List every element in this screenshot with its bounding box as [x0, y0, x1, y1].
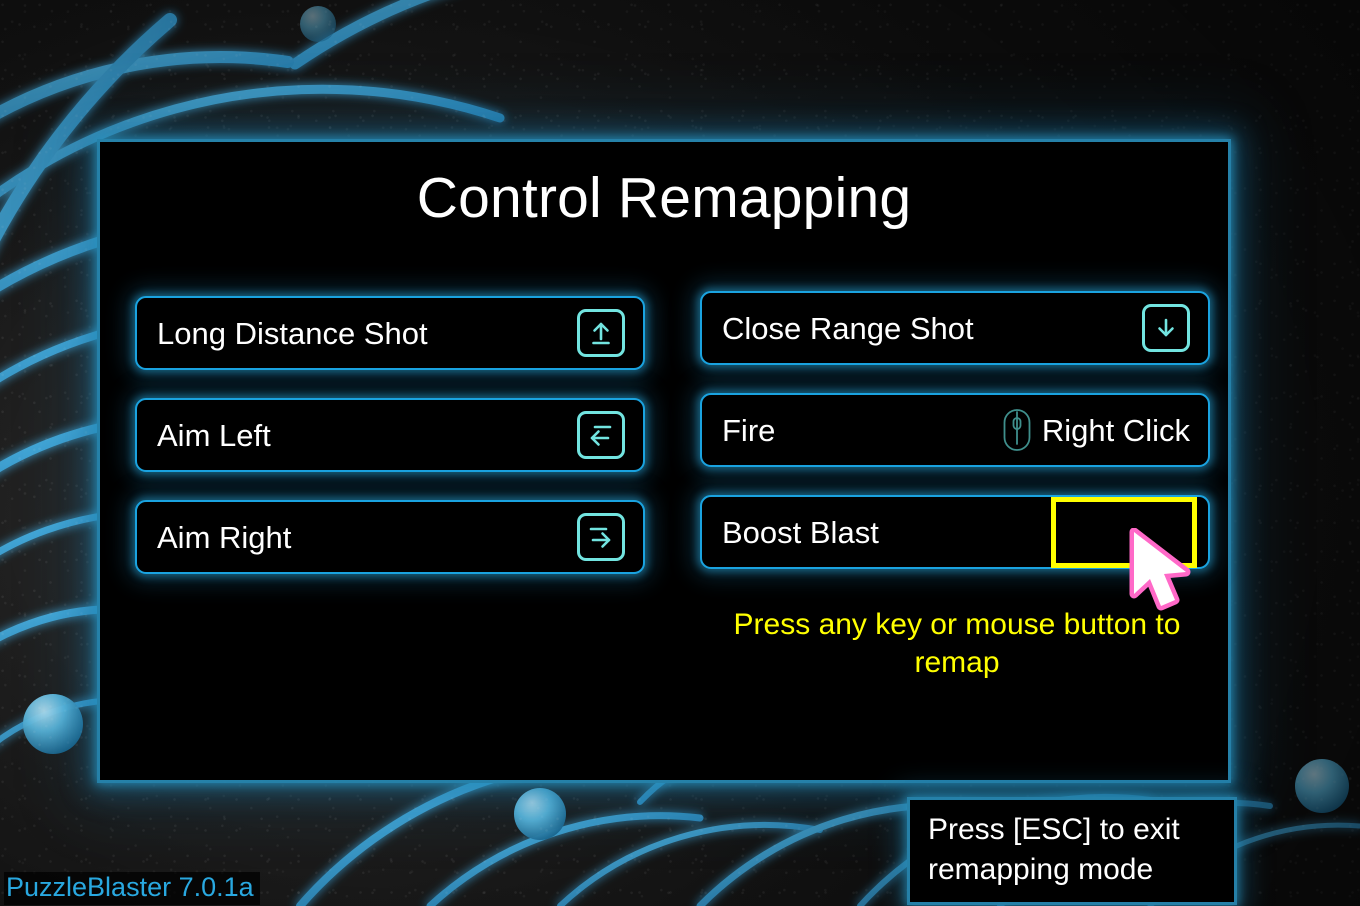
- bindings-column-left: Long Distance Shot Aim Left Aim Right: [135, 296, 645, 602]
- remap-prompt-text: Press any key or mouse button to remap: [733, 608, 1181, 680]
- bindings-column-right: Close Range Shot Fire Right Click Boost …: [700, 291, 1210, 597]
- version-watermark: PuzzleBlaster 7.0.1a: [4, 872, 260, 905]
- binding-row-long-distance-shot[interactable]: Long Distance Shot: [135, 296, 645, 370]
- binding-action-label: Close Range Shot: [722, 310, 974, 346]
- binding-action-label: Boost Blast: [722, 514, 879, 550]
- binding-row-aim-left[interactable]: Aim Left: [135, 398, 645, 472]
- binding-action-label: Aim Right: [157, 519, 292, 555]
- mouse-icon: [1002, 408, 1032, 452]
- arrow-up-key-icon: [577, 309, 625, 357]
- binding-value: [1142, 304, 1190, 352]
- game-screen: Control Remapping Long Distance Shot Aim…: [0, 0, 1360, 906]
- binding-value: Right Click: [1002, 408, 1190, 452]
- binding-value: [577, 309, 625, 357]
- binding-value: [577, 411, 625, 459]
- binding-row-close-range-shot[interactable]: Close Range Shot: [700, 291, 1210, 365]
- esc-hint-line-2: remapping mode: [928, 852, 1154, 886]
- arrow-left-key-icon: [577, 411, 625, 459]
- binding-value-label: Right Click: [1041, 412, 1190, 448]
- arrow-down-key-icon: [1142, 304, 1190, 352]
- esc-hint-line-1: Press [ESC] to exit: [928, 813, 1180, 846]
- binding-row-aim-right[interactable]: Aim Right: [135, 500, 645, 574]
- binding-row-boost-blast[interactable]: Boost Blast: [700, 495, 1210, 569]
- binding-value: [577, 513, 625, 561]
- arrow-right-key-icon: [577, 513, 625, 561]
- control-remapping-panel: Control Remapping Long Distance Shot Aim…: [100, 142, 1228, 780]
- binding-action-label: Long Distance Shot: [157, 315, 428, 351]
- binding-action-label: Fire: [722, 412, 776, 448]
- page-title: Control Remapping: [416, 166, 912, 230]
- binding-action-label: Aim Left: [157, 417, 271, 453]
- key-capture-input[interactable]: [1051, 496, 1197, 568]
- binding-row-fire[interactable]: Fire Right Click: [700, 393, 1210, 467]
- esc-hint-box: Press [ESC] to exit remapping mode: [910, 800, 1234, 902]
